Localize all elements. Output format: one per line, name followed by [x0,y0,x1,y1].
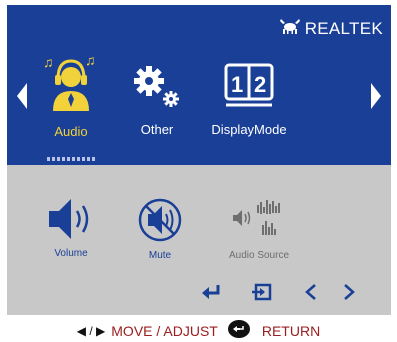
speaker-icon [41,199,101,245]
chevron-right-icon[interactable] [341,283,357,306]
submenu-item-volume[interactable]: Volume [31,197,111,259]
menu-left-arrow[interactable] [17,83,27,114]
crab-logo-icon [279,17,301,40]
submenu-item-label: Audio Source [228,250,290,261]
osd-menu: REALTEK ♫ ♫ Audio Other 1 2 DisplayMode … [7,5,391,315]
menu-item-label: Audio [54,124,88,139]
submenu-item-label: Volume [54,248,88,259]
gears-icon [129,66,185,119]
mute-icon [134,198,186,247]
headphones-person-icon: ♫ ♫ [41,52,101,119]
menu-item-label: Other [140,122,174,137]
enter-icon[interactable] [200,283,222,306]
svg-text:♫: ♫ [43,54,54,70]
menu-item-audio[interactable]: ♫ ♫ Audio [41,52,101,139]
brand-name: REALTEK [304,18,383,38]
chevron-left-icon[interactable] [303,283,319,306]
menu-item-label: DisplayMode [211,122,287,137]
menu-item-displaymode[interactable]: 1 2 DisplayMode [209,63,289,137]
exit-icon[interactable] [251,283,273,306]
submenu-item-audio-source[interactable]: Audio Source [219,199,299,261]
brand-logo: REALTEK [279,17,383,40]
submenu-panel: Volume Mute Audio Source [7,165,391,315]
menu-right-arrow[interactable] [371,83,381,114]
arrows-hint: ◀ / ▶ [76,323,106,338]
return-label: RETURN [261,322,321,339]
submenu-item-label: Mute [148,250,172,261]
return-button-icon [227,320,250,341]
top-menu-bar: REALTEK ♫ ♫ Audio Other 1 2 DisplayMode [7,5,391,165]
svg-text:♫: ♫ [85,53,96,68]
submenu-item-mute[interactable]: Mute [125,197,195,261]
page-indicator [47,157,95,161]
footer-hint: ◀ / ▶ MOVE / ADJUST RETURN [0,320,397,341]
move-adjust-label: MOVE / ADJUST [111,322,218,339]
display-mode-icon: 1 2 [214,63,284,113]
audio-source-icon [227,200,291,247]
svg-text:1: 1 [231,72,243,97]
menu-item-other[interactable]: Other [129,63,185,137]
svg-text:2: 2 [254,72,266,97]
